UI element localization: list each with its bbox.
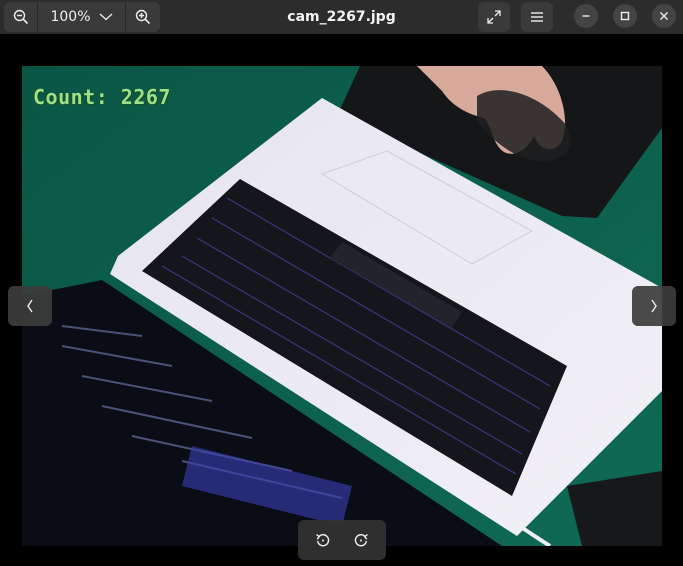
close-button[interactable] [652,4,676,28]
rotate-controls [298,520,386,560]
hamburger-menu-icon [531,12,543,22]
minimize-icon [582,15,590,17]
next-image-button[interactable] [632,286,676,326]
zoom-in-button[interactable] [126,2,160,32]
image-viewer-window: 100% cam_2267.jpg Count: 2267 [0,0,683,566]
fullscreen-button[interactable] [478,2,510,32]
rotate-left-icon [316,533,330,547]
displayed-photo: Count: 2267 [22,66,662,546]
close-icon [660,12,668,20]
header-bar: 100% cam_2267.jpg [0,0,683,34]
chevron-right-icon [651,299,657,313]
rotate-right-button[interactable] [344,523,378,557]
zoom-out-button[interactable] [4,2,38,32]
zoom-level-value: 100% [50,9,91,25]
minimize-button[interactable] [574,4,598,28]
zoom-controls: 100% [4,2,160,32]
maximize-icon [620,11,630,21]
zoom-in-icon [135,9,151,25]
chevron-down-icon [99,13,112,21]
rotate-left-button[interactable] [306,523,340,557]
rotate-right-icon [354,533,368,547]
main-menu-button[interactable] [521,2,553,32]
zoom-out-icon [13,9,28,25]
chevron-left-icon [27,299,33,313]
count-overlay-text: Count: 2267 [33,85,171,109]
photo-scene [22,66,662,546]
previous-image-button[interactable] [8,286,52,326]
maximize-button[interactable] [613,4,637,28]
fullscreen-icon [487,10,501,24]
zoom-level-dropdown[interactable]: 100% [38,2,126,32]
